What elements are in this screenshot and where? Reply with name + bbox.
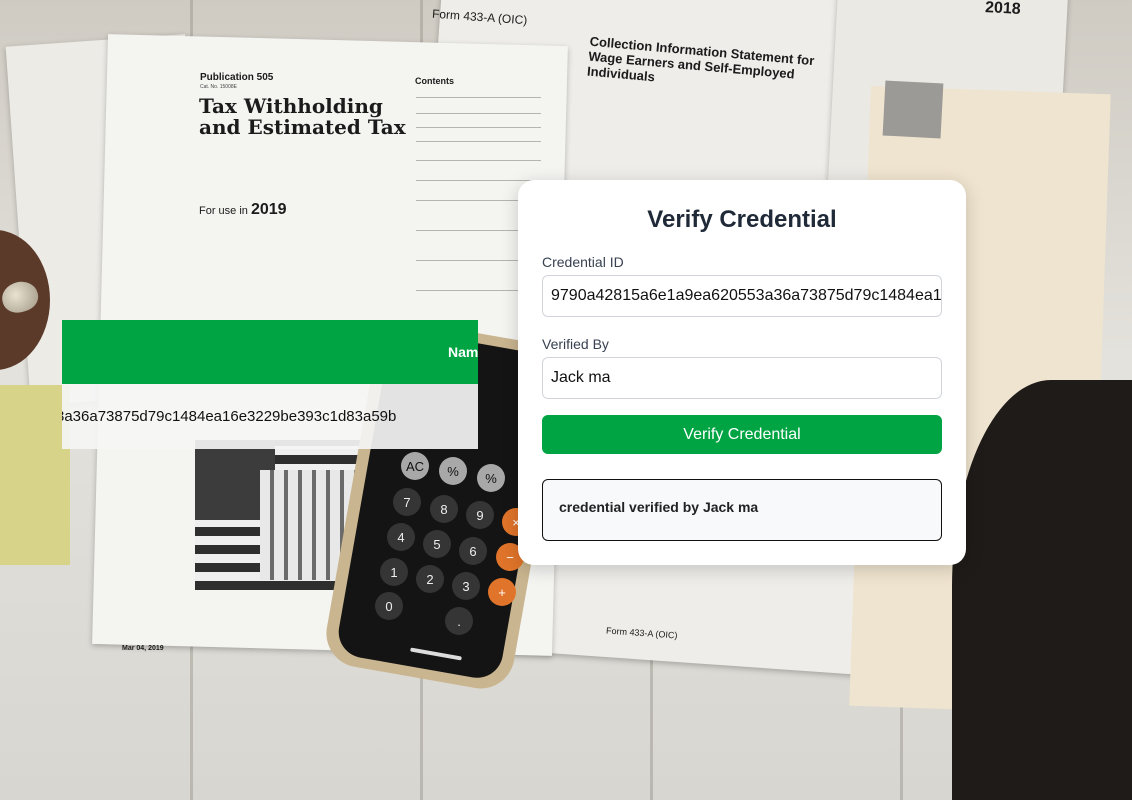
publication-use-line: For use in 2019	[199, 201, 287, 219]
calculator-key: %	[439, 457, 467, 485]
publication-title: Tax Withholding and Estimated Tax	[199, 94, 406, 139]
calculator-key: 3	[452, 572, 480, 600]
toc-line	[416, 113, 541, 114]
toc-line	[416, 180, 541, 181]
toc-line	[416, 97, 541, 98]
publication-number: Publication 505	[200, 72, 274, 83]
calculator-key: AC	[401, 452, 429, 480]
verify-credential-button[interactable]: Verify Credential	[542, 415, 942, 454]
publication-year: 2019	[250, 201, 287, 218]
card-title: Verify Credential	[647, 206, 837, 233]
calculator-key: 9	[466, 501, 494, 529]
verification-result-box: credential verified by Jack ma	[542, 479, 942, 541]
verify-credential-card: Verify Credential Credential ID 9790a428…	[518, 180, 966, 565]
calculator-key: 4	[387, 523, 415, 551]
calculator-key: 8	[430, 495, 458, 523]
publication-date: Mar 04, 2019	[122, 645, 164, 652]
credentials-table: Nam 3a36a73875d79c1484ea16e3229be393c1d8…	[62, 320, 478, 449]
publication-catalog: Cat. No. 15008E	[200, 84, 237, 90]
sticky-note	[0, 385, 70, 565]
verification-result-text: credential verified by Jack ma	[559, 499, 759, 515]
calculator-key: %	[477, 464, 505, 492]
credential-id-cell: 3a36a73875d79c1484ea16e3229be393c1d83a59…	[62, 408, 397, 425]
credential-id-input[interactable]: 9790a42815a6e1a9ea620553a36a73875d79c148…	[542, 275, 942, 317]
toc-line	[416, 160, 541, 161]
calculator-key: 2	[416, 565, 444, 593]
toc-line	[416, 127, 541, 128]
dark-sleeve-image	[952, 380, 1132, 800]
toc-line	[416, 141, 541, 142]
calculator-key: 0	[375, 592, 403, 620]
calculator-key: +	[488, 578, 516, 606]
calculator-key: .	[445, 607, 473, 635]
form-year: 2018	[984, 0, 1022, 18]
calculator-key: 1	[380, 558, 408, 586]
credential-id-label: Credential ID	[542, 254, 624, 270]
form-shaded-cell	[882, 80, 944, 139]
calculator-key: 7	[393, 488, 421, 516]
table-header: Nam	[62, 320, 478, 384]
calculator-key: 6	[459, 537, 487, 565]
publication-use-label: For use in	[199, 205, 248, 217]
calculator-key: 5	[423, 530, 451, 558]
table-row[interactable]: 3a36a73875d79c1484ea16e3229be393c1d83a59…	[62, 384, 478, 449]
contents-heading: Contents	[415, 76, 454, 86]
verified-by-input[interactable]: Jack ma	[542, 357, 942, 399]
column-header-name[interactable]: Nam	[448, 344, 478, 360]
verified-by-label: Verified By	[542, 336, 609, 352]
